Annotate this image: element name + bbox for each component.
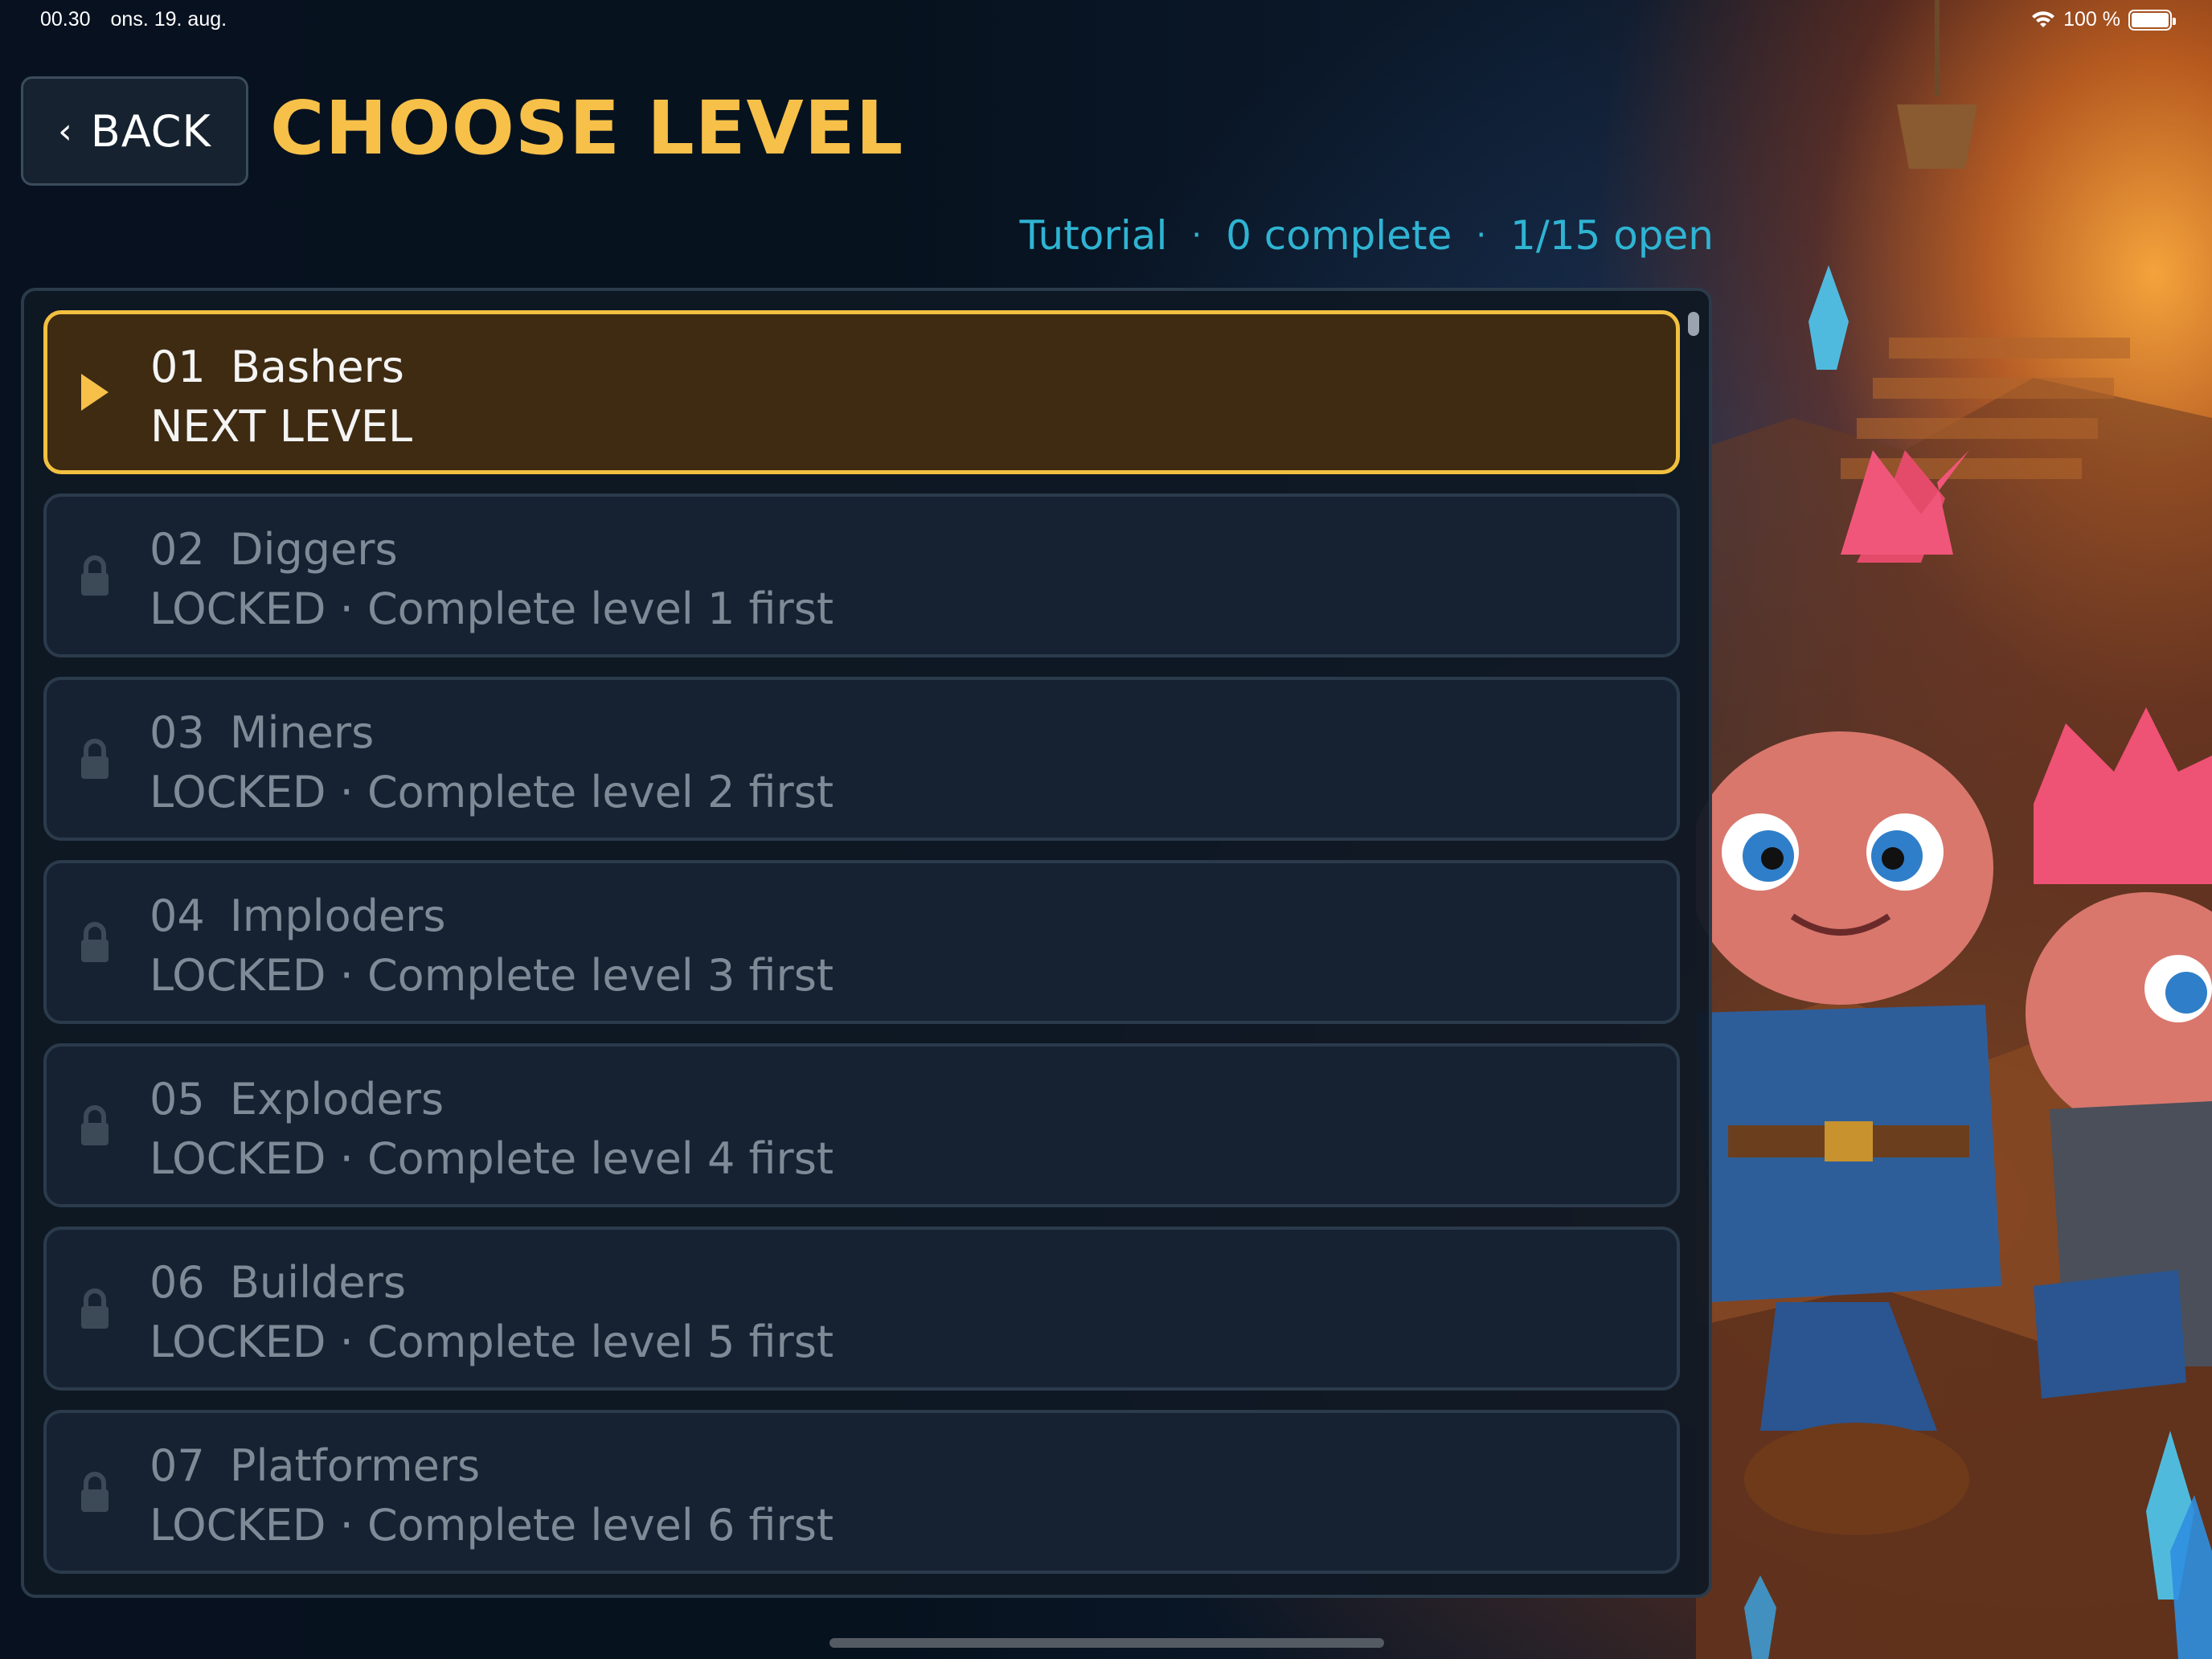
level-title: 02 Diggers [150,524,398,575]
level-status: LOCKED · Complete level 2 first [150,767,834,817]
scrollbar-thumb[interactable] [1688,312,1699,336]
status-time: 00.30 [40,8,91,31]
summary-complete: 0 complete [1226,212,1452,259]
back-button[interactable]: ‹ BACK [21,76,248,186]
level-title: 05 Exploders [150,1074,444,1124]
lock-icon [79,735,111,782]
level-title: 06 Builders [150,1257,406,1308]
status-bar-right: 100 % [2031,8,2176,31]
level-status: LOCKED · Complete level 4 first [150,1133,834,1184]
status-bar-left: 00.30 ons. 19. aug. [40,8,227,31]
level-status: LOCKED · Complete level 5 first [150,1317,834,1367]
level-title: 03 Miners [150,707,375,758]
chevron-left-icon: ‹ [58,110,73,152]
cave-scene-image [1688,0,2212,1659]
level-item-05[interactable]: 05 Exploders LOCKED · Complete level 4 f… [43,1043,1680,1207]
battery-percent: 100 % [2063,8,2120,31]
home-indicator[interactable] [830,1638,1384,1648]
lock-icon [79,1469,111,1515]
level-status: LOCKED · Complete level 3 first [150,950,834,1001]
level-title: 04 Imploders [150,891,446,941]
battery-icon [2128,9,2176,31]
level-item-04[interactable]: 04 Imploders LOCKED · Complete level 3 f… [43,860,1680,1024]
page-title: CHOOSE LEVEL [270,85,904,171]
summary-separator: · [1476,217,1487,254]
level-title: 07 Platformers [150,1440,481,1491]
level-title: 01 Bashers [150,342,404,392]
lock-icon [79,919,111,965]
level-item-07[interactable]: 07 Platformers LOCKED · Complete level 6… [43,1410,1680,1574]
level-item-01[interactable]: 01 Bashers NEXT LEVEL [43,310,1680,474]
troll-character-2 [2026,707,2212,1399]
level-item-03[interactable]: 03 Miners LOCKED · Complete level 2 firs… [43,677,1680,841]
wifi-icon [2032,10,2055,27]
back-button-label: BACK [90,105,211,157]
lock-icon [79,1102,111,1149]
play-icon [80,369,112,416]
level-status: LOCKED · Complete level 6 first [150,1500,834,1550]
status-date: ons. 19. aug. [110,8,227,31]
level-item-06[interactable]: 06 Builders LOCKED · Complete level 5 fi… [43,1227,1680,1391]
level-list-panel[interactable]: 01 Bashers NEXT LEVEL 02 Diggers LOCKED … [21,288,1712,1598]
summary-pack: Tutorial [1019,212,1168,259]
level-select-screen: 00.30 ons. 19. aug. 100 % ‹ BACK CHOOSE … [0,0,2212,1659]
summary-open: 1/15 open [1510,212,1714,259]
summary-separator: · [1191,217,1202,254]
level-status: LOCKED · Complete level 1 first [150,584,834,634]
progress-summary: Tutorial · 0 complete · 1/15 open [1020,212,1714,259]
background-illustration [1688,0,2212,1659]
level-list: 01 Bashers NEXT LEVEL 02 Diggers LOCKED … [43,310,1680,1593]
level-status: NEXT LEVEL [150,401,413,452]
level-item-02[interactable]: 02 Diggers LOCKED · Complete level 1 fir… [43,494,1680,657]
lock-icon [79,552,111,599]
lock-icon [79,1285,111,1332]
